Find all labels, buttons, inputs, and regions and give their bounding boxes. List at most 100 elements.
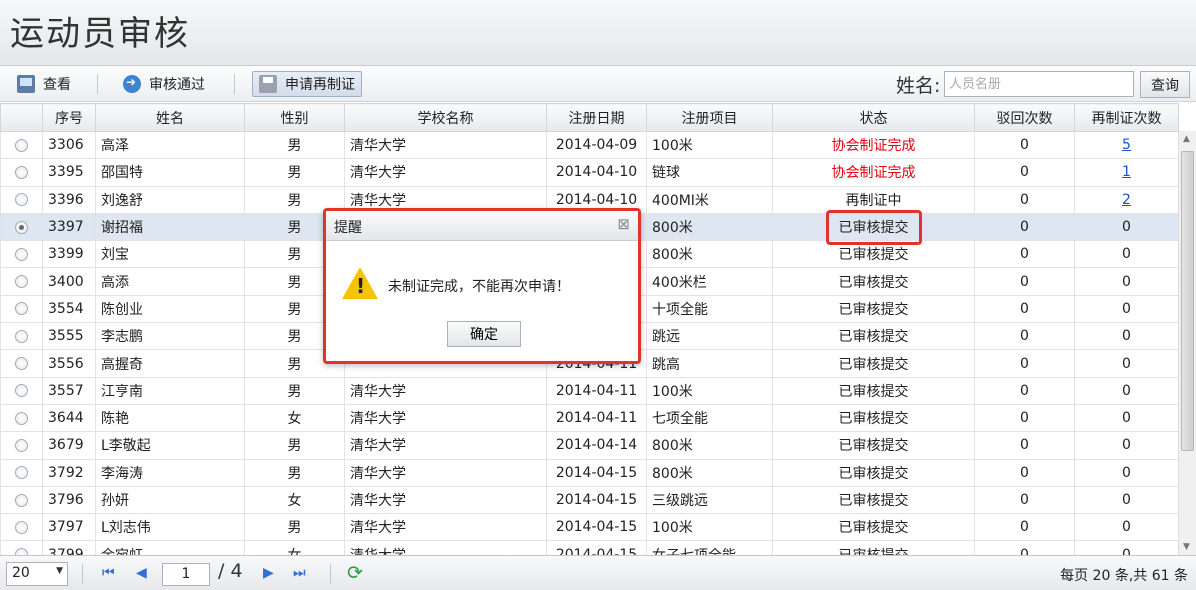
- row-select-radio[interactable]: [15, 384, 28, 398]
- pager-divider: [330, 564, 331, 584]
- row-select-radio[interactable]: [15, 411, 28, 425]
- athlete-name: L刘志伟: [95, 513, 245, 542]
- gender: 男: [244, 376, 345, 405]
- prev-page-icon[interactable]: ◀: [136, 565, 147, 581]
- reissue-button[interactable]: 申请再制证: [252, 71, 362, 97]
- register-event: 100米: [646, 376, 773, 405]
- table-row[interactable]: 3679 L李敬起男清华大学 2014-04-14 800米 已审核提交 0 0: [0, 431, 1179, 460]
- status: 已审核提交: [772, 485, 975, 515]
- radio-cell: [0, 240, 43, 269]
- table-row[interactable]: 3796 孙妍女清华大学 2014-04-15 三级跳远 已审核提交 0 0: [0, 485, 1179, 515]
- table-row[interactable]: 3395 邵国特男清华大学 2014-04-10 链球 协会制证完成 0 1: [0, 158, 1179, 187]
- header-cell[interactable]: 性别: [244, 103, 345, 132]
- scroll-down-icon[interactable]: ▼: [1183, 542, 1190, 552]
- reissue-count-link[interactable]: 2: [1122, 192, 1131, 208]
- header-cell[interactable]: 注册项目: [646, 103, 773, 132]
- reissue-button-label: 申请再制证: [285, 77, 355, 93]
- refresh-icon[interactable]: ⟳: [347, 562, 363, 584]
- total-pages: / 4: [218, 560, 243, 582]
- status: 协会制证完成: [772, 130, 975, 160]
- page-size-select[interactable]: 20 ▼: [6, 562, 68, 586]
- row-select-radio[interactable]: [15, 493, 28, 507]
- pager: 20 ▼ ⏮ ◀ 1 / 4 ▶ ⏭ ⟳ 每页 20 条,共 61 条: [0, 555, 1196, 590]
- reissue-count-link[interactable]: 5: [1122, 137, 1131, 153]
- header-cell[interactable]: 姓名: [95, 103, 245, 132]
- header-cell[interactable]: 状态: [772, 103, 975, 132]
- register-event: 400米栏: [646, 267, 773, 296]
- header-cell[interactable]: 序号: [42, 103, 96, 132]
- table-row[interactable]: 3792 李海涛男清华大学 2014-04-15 800米 已审核提交 0 0: [0, 458, 1179, 487]
- scroll-up-icon[interactable]: ▲: [1183, 134, 1190, 144]
- register-event: 800米: [646, 212, 773, 242]
- radio-cell: [0, 267, 43, 296]
- row-select-radio[interactable]: [15, 520, 28, 534]
- status: 已审核提交: [772, 431, 975, 460]
- athlete-name: 江亨南: [95, 376, 245, 405]
- close-icon[interactable]: ⊠: [617, 215, 630, 233]
- status: 已审核提交: [772, 376, 975, 405]
- toolbar-divider: [97, 74, 98, 94]
- row-select-radio[interactable]: [15, 329, 28, 343]
- next-page-icon[interactable]: ▶: [263, 565, 274, 581]
- view-button[interactable]: 查看: [10, 71, 78, 97]
- reject-count: 0: [974, 158, 1075, 187]
- scrollbar-thumb[interactable]: [1181, 151, 1194, 451]
- row-select-radio[interactable]: [15, 138, 28, 152]
- row-number: 3557: [42, 376, 96, 405]
- query-button[interactable]: 查询: [1140, 71, 1190, 98]
- athlete-name: 刘逸舒: [95, 185, 245, 214]
- row-select-radio[interactable]: [15, 466, 28, 480]
- reissue-count-link[interactable]: 1: [1122, 164, 1131, 180]
- view-button-label: 查看: [43, 77, 71, 93]
- row-select-radio[interactable]: [15, 438, 28, 452]
- row-select-radio[interactable]: [15, 193, 28, 207]
- status: 已审核提交: [772, 403, 975, 433]
- search-label: 姓名:: [896, 75, 941, 97]
- printer-icon: [259, 75, 277, 93]
- radio-cell: [0, 458, 43, 487]
- page-number-input[interactable]: 1: [162, 563, 210, 586]
- dropdown-arrow-icon: ▼: [56, 566, 63, 576]
- header-cell[interactable]: 再制证次数: [1074, 103, 1179, 132]
- header-cell[interactable]: 学校名称: [344, 103, 547, 132]
- row-number: 3395: [42, 158, 96, 187]
- athlete-name: 高泽: [95, 130, 245, 160]
- status: 已审核提交: [772, 240, 975, 269]
- approve-button[interactable]: 审核通过: [116, 71, 212, 97]
- reject-count: 0: [974, 376, 1075, 405]
- reissue-count: 0: [1074, 431, 1179, 460]
- radio-cell: [0, 403, 43, 433]
- header-select: [0, 103, 43, 132]
- reject-count: 0: [974, 294, 1075, 324]
- row-select-radio[interactable]: [15, 357, 28, 371]
- table-row[interactable]: 3306 高泽男清华大学 2014-04-09 100米 协会制证完成 0 5: [0, 130, 1179, 160]
- row-select-radio[interactable]: [15, 165, 28, 179]
- table-row[interactable]: 3797 L刘志伟男清华大学 2014-04-15 100米 已审核提交 0 0: [0, 513, 1179, 542]
- radio-cell: [0, 212, 43, 242]
- ok-button[interactable]: 确定: [447, 321, 521, 347]
- table-row[interactable]: 3557 江亨南男清华大学 2014-04-11 100米 已审核提交 0 0: [0, 376, 1179, 405]
- table-header-row: 序号 姓名 性别 学校名称 注册日期 注册项目 状态 驳回次数 再制证次数: [0, 103, 1179, 132]
- register-date: 2014-04-15: [546, 458, 647, 487]
- reject-count: 0: [974, 185, 1075, 214]
- header-cell[interactable]: 注册日期: [546, 103, 647, 132]
- last-page-icon[interactable]: ⏭: [293, 565, 306, 581]
- first-page-icon[interactable]: ⏮: [102, 565, 115, 581]
- register-event: 跳远: [646, 322, 773, 351]
- register-event: 800米: [646, 240, 773, 269]
- header-cell[interactable]: 驳回次数: [974, 103, 1075, 132]
- name-search-input[interactable]: [944, 71, 1134, 97]
- row-select-radio[interactable]: [15, 275, 28, 289]
- table-row[interactable]: 3644 陈艳女清华大学 2014-04-11 七项全能 已审核提交 0 0: [0, 403, 1179, 433]
- reject-count: 0: [974, 267, 1075, 296]
- status: 已审核提交: [772, 322, 975, 351]
- status: 已审核提交: [772, 349, 975, 378]
- reissue-count: 2: [1074, 185, 1179, 214]
- gender: 男: [244, 513, 345, 542]
- row-select-radio[interactable]: [15, 247, 28, 261]
- vertical-scrollbar[interactable]: ▲ ▼: [1178, 131, 1196, 555]
- row-select-radio[interactable]: [15, 302, 28, 316]
- gender: 女: [244, 485, 345, 515]
- athlete-name: 李志鹏: [95, 322, 245, 351]
- row-select-radio[interactable]: [15, 220, 28, 234]
